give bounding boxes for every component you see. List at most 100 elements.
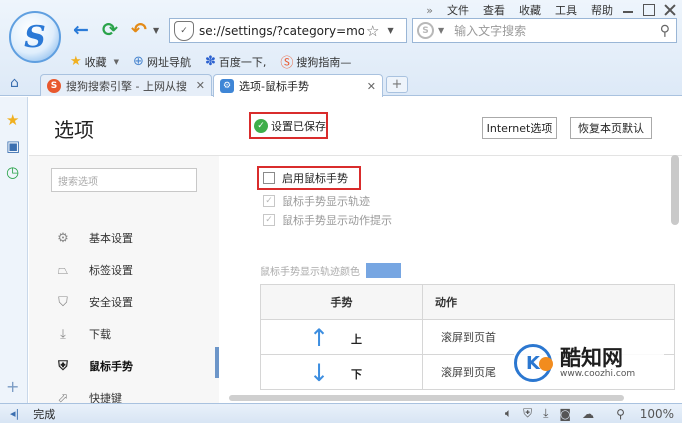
minimize-icon[interactable] <box>622 4 634 16</box>
sidebar-item-download[interactable]: ⤓ 下载 <box>29 319 219 349</box>
bookmark-baidu[interactable]: ✽ 百度一下, <box>205 54 266 70</box>
tab-settings[interactable]: ⚙ 选项-鼠标手势 ✕ <box>213 74 383 97</box>
download-status-icon[interactable]: ⤓ <box>543 406 548 421</box>
zoom-level[interactable]: ⚲ 100% <box>605 407 674 421</box>
menu-favorites[interactable]: 收藏 <box>519 2 541 18</box>
download-icon: ⤓ <box>60 326 66 342</box>
tab-close-icon[interactable]: ✕ <box>196 79 205 92</box>
table-header-action: 动作 <box>422 284 675 320</box>
bookmarks-bar: ★ 收藏 ▼ ⊕ 网址导航 ✽ 百度一下, Ⓢ 搜狗指南— <box>70 52 365 71</box>
arrow-down-icon: ↓ <box>309 359 330 387</box>
gesture-cell: ↓ 下 <box>260 354 423 390</box>
shortcut-icon: ⬀ <box>57 390 69 404</box>
cloud-sync-icon[interactable]: ☁ <box>582 407 594 421</box>
scrollbar-thumb[interactable] <box>671 155 679 225</box>
sidebar-item-tabs[interactable]: ⏢ 标签设置 <box>29 255 219 285</box>
saved-status-badge: ✓ 设置已保存 <box>249 112 328 139</box>
star-icon: ★ <box>70 54 82 69</box>
add-sidebar-icon[interactable]: + <box>6 377 19 396</box>
address-bar[interactable]: ✓ se://settings/?category=mo ☆ ▼ <box>169 18 407 43</box>
address-url[interactable]: se://settings/?category=mo <box>199 24 364 38</box>
security-status-icon[interactable]: ⛨ <box>523 406 532 421</box>
gear-icon: ⚙ <box>57 230 69 246</box>
settings-icon: ⚙ <box>220 79 234 93</box>
vertical-scrollbar[interactable] <box>670 155 680 403</box>
enable-gesture-checkbox[interactable]: 启用鼠标手势 <box>257 166 361 190</box>
show-trail-checkbox[interactable]: ✓ 鼠标手势显示轨迹 <box>263 193 370 209</box>
sidebar-item-mouse-gesture[interactable]: ⛨ 鼠标手势 <box>29 351 219 381</box>
table-header-gesture: 手势 <box>260 284 423 320</box>
trail-color-swatch[interactable] <box>366 263 401 278</box>
bookmark-nav[interactable]: ⊕ 网址导航 <box>133 54 191 70</box>
browser-toolbar: S ← ⟳ ↶ ▼ ✓ se://settings/?category=mo ☆… <box>0 0 682 97</box>
sogou-search-engine-icon[interactable]: S <box>417 22 434 39</box>
checkbox-box[interactable]: ✓ <box>263 214 275 226</box>
tab-sogou-search[interactable]: S 搜狗搜索引擎 - 上网从搜 ✕ <box>40 74 212 96</box>
table-header-row: 手势 动作 <box>260 284 675 320</box>
horizontal-scrollbar[interactable] <box>219 394 682 403</box>
sogou-s-icon: S <box>47 78 61 93</box>
paw-icon: ✽ <box>204 54 216 69</box>
tab-bar: ⌂ S 搜狗搜索引擎 - 上网从搜 ✕ ⚙ 选项-鼠标手势 ✕ + <box>0 72 682 97</box>
sogou-browser-logo[interactable]: S <box>9 11 61 63</box>
history-clock-icon[interactable]: ◷ <box>6 163 19 181</box>
sidebar-item-shortcuts[interactable]: ⬀ 快捷键 <box>29 383 219 404</box>
settings-sidebar: 搜索选项 ⚙ 基本设置 ⏢ 标签设置 ⛉ 安全设置 ⤓ 下载 ⛨ 鼠标手势 ⬀ … <box>29 155 219 403</box>
zoom-icon: ⚲ <box>616 406 625 421</box>
status-bar: ◂| 完成 🔈︎ ⛨ ⤓ ◙ ☁ ⚲ 100% <box>0 403 682 423</box>
search-magnifier-icon[interactable]: ⚲ <box>660 23 670 39</box>
coozhi-logo: K <box>514 344 553 382</box>
new-tab-button[interactable]: + <box>386 76 408 93</box>
home-icon[interactable]: ⌂ <box>10 75 19 91</box>
arrow-up-icon: ↑ <box>309 324 330 352</box>
mode-badge-icon[interactable]: ◙ <box>559 407 571 421</box>
sidebar-tool-strip: ★ ▣ ◷ + <box>0 97 28 403</box>
gesture-cell: ↑ 上 <box>260 319 423 355</box>
close-icon[interactable] <box>664 4 676 16</box>
checkbox-box[interactable] <box>263 172 275 184</box>
tab-icon: ⏢ <box>57 262 69 278</box>
favorites-star-icon[interactable]: ★ <box>6 111 19 129</box>
sidebar-item-basic[interactable]: ⚙ 基本设置 <box>29 223 219 253</box>
page-title: 选项 <box>54 118 94 142</box>
bookmark-star-icon[interactable]: ☆ <box>366 22 379 40</box>
settings-search-input[interactable]: 搜索选项 <box>51 168 197 192</box>
sogou-s-icon: Ⓢ <box>280 56 294 71</box>
sidebar-item-security[interactable]: ⛉ 安全设置 <box>29 287 219 317</box>
mouse-gesture-icon: ⛨ <box>58 358 68 374</box>
search-input[interactable]: 输入文字搜索 <box>454 22 660 39</box>
checkbox-box[interactable]: ✓ <box>263 195 275 207</box>
internet-options-button[interactable]: Internet选项 <box>482 117 557 139</box>
menu-file[interactable]: 文件 <box>447 2 469 18</box>
search-box[interactable]: S ▼ 输入文字搜索 ⚲ <box>412 18 677 43</box>
menu-chevron-icon[interactable]: » <box>426 4 433 17</box>
check-circle-icon: ✓ <box>254 118 268 133</box>
security-shield-icon[interactable]: ✓ <box>174 20 194 41</box>
favorites-dropdown-icon[interactable]: ▼ <box>114 58 119 66</box>
status-text: 完成 <box>33 407 56 421</box>
coozhi-watermark: K 酷知网 www.coozhi.com <box>514 340 664 386</box>
panel-icon[interactable]: ▣ <box>6 137 20 155</box>
shield-icon: ⛉ <box>58 294 68 310</box>
trail-color-row: 鼠标手势显示轨迹颜色 <box>260 263 401 278</box>
undo-close-button[interactable]: ↶ <box>128 19 150 41</box>
refresh-button[interactable]: ⟳ <box>99 19 121 41</box>
bookmark-favorites[interactable]: ★ 收藏 ▼ <box>70 54 119 70</box>
menu-help[interactable]: 帮助 <box>591 2 613 18</box>
scrollbar-thumb[interactable] <box>229 395 624 401</box>
bookmark-sogou-guide[interactable]: Ⓢ 搜狗指南— <box>280 52 351 72</box>
tab-close-icon[interactable]: ✕ <box>367 80 376 93</box>
address-dropdown-icon[interactable]: ▼ <box>387 26 393 35</box>
globe-icon: ⊕ <box>133 54 144 69</box>
menu-tools[interactable]: 工具 <box>555 2 577 18</box>
maximize-icon[interactable] <box>643 4 655 16</box>
engine-dropdown-icon[interactable]: ▼ <box>438 26 444 35</box>
undo-dropdown-icon[interactable]: ▼ <box>153 26 159 35</box>
restore-defaults-button[interactable]: 恢复本页默认 <box>570 117 652 139</box>
speaker-icon[interactable]: 🔈︎ <box>505 406 512 421</box>
menu-bar: » 文件 查看 收藏 工具 帮助 <box>426 2 682 18</box>
menu-view[interactable]: 查看 <box>483 2 505 18</box>
show-action-hint-checkbox[interactable]: ✓ 鼠标手势显示动作提示 <box>263 212 392 228</box>
back-button[interactable]: ← <box>70 19 92 41</box>
toggle-sidebar-icon[interactable]: ◂| <box>10 407 19 420</box>
